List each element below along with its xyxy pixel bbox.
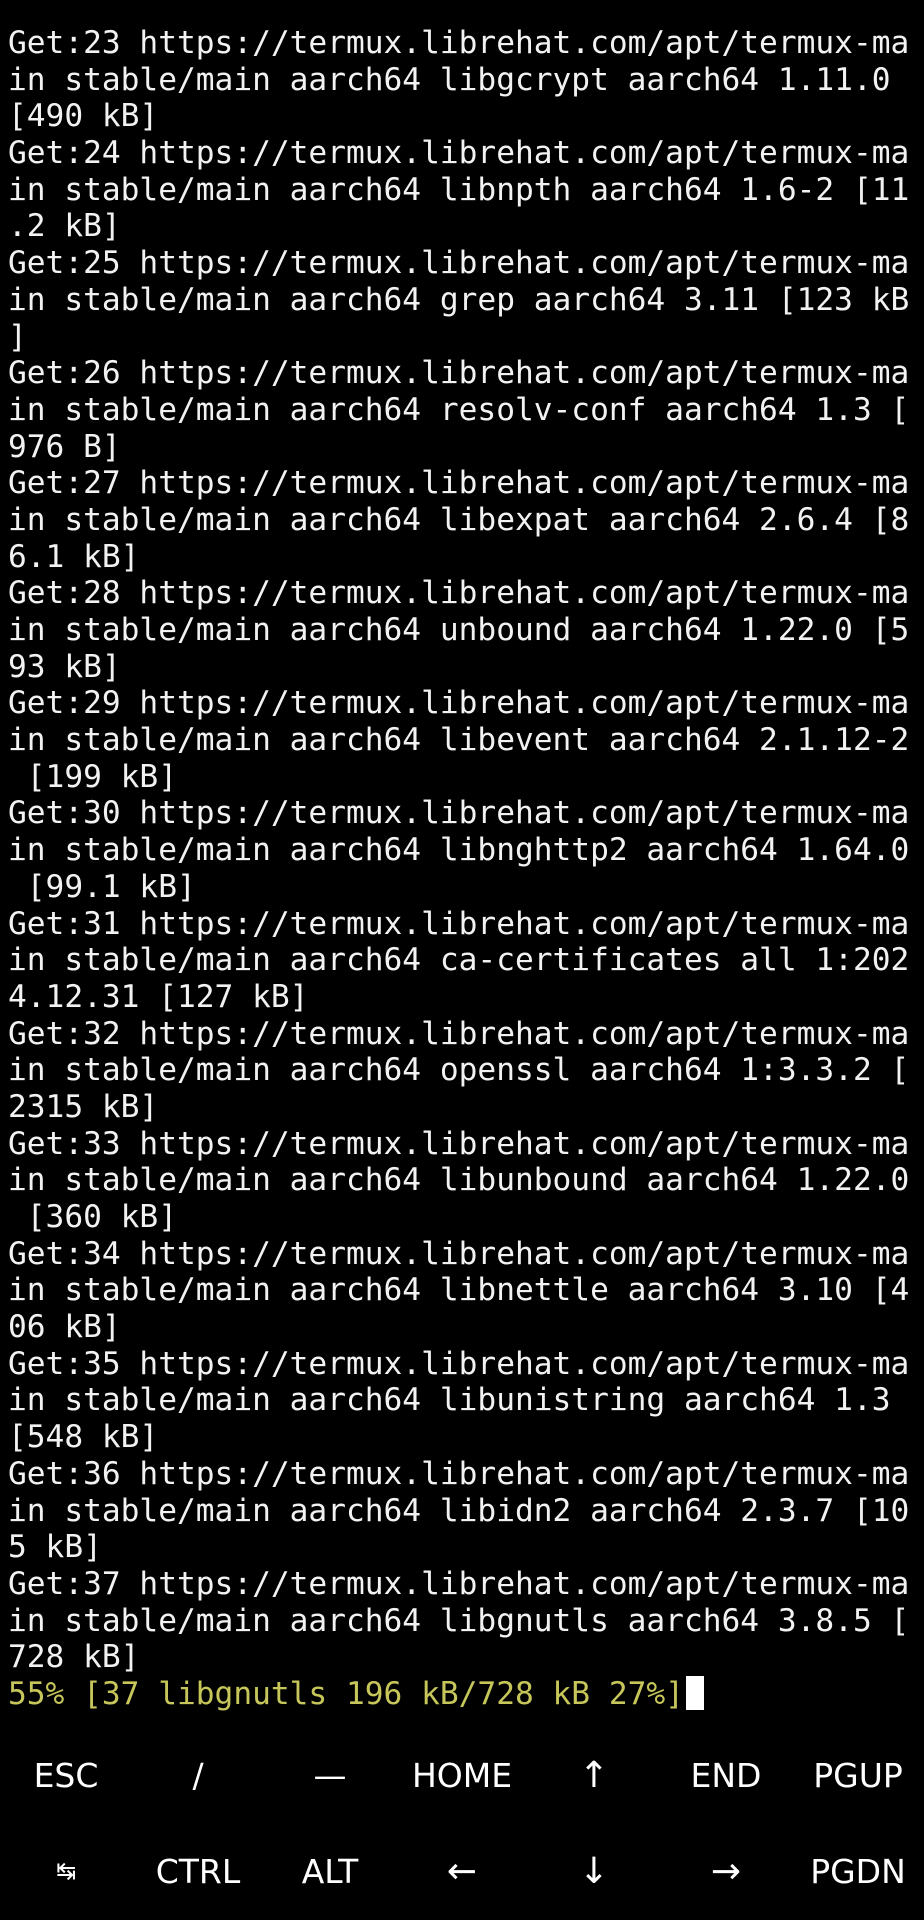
terminal-line: Get:23 https://termux.librehat.com/apt/t…: [8, 25, 910, 61]
arrow-up-icon: ↑: [578, 1754, 610, 1796]
key-ctrl[interactable]: CTRL: [132, 1831, 264, 1911]
download-progress-line: 55% [37 libgnutls 196 kB/728 kB 27%]: [8, 1675, 920, 1713]
terminal-line: 5 kB]: [8, 1529, 102, 1566]
terminal-line: [199 kB]: [8, 758, 177, 795]
terminal-line: 728 kB]: [8, 1639, 140, 1676]
key-up-arrow[interactable]: ↑: [528, 1735, 660, 1815]
key-slash-label: /: [192, 1755, 204, 1795]
terminal-output[interactable]: Get:23 https://termux.librehat.com/apt/t…: [8, 25, 920, 1725]
terminal-line: Get:25 https://termux.librehat.com/apt/t…: [8, 245, 910, 282]
key-alt-label: ALT: [301, 1851, 359, 1891]
arrow-right-icon: →: [710, 1850, 742, 1892]
terminal-line: Get:31 https://termux.librehat.com/apt/t…: [8, 905, 910, 942]
key-pgup-label: PGUP: [813, 1755, 903, 1795]
terminal-line: 6.1 kB]: [8, 538, 140, 575]
terminal-line: Get:30 https://termux.librehat.com/apt/t…: [8, 795, 910, 832]
terminal-line: in stable/main aarch64 libunbound aarch6…: [8, 1162, 910, 1199]
terminal-line: ]: [8, 318, 27, 355]
terminal-line: in stable/main aarch64 libidn2 aarch64 2…: [8, 1492, 910, 1529]
arrow-left-icon: ←: [446, 1850, 478, 1892]
terminal-line: .2 kB]: [8, 208, 121, 245]
key-right-arrow[interactable]: →: [660, 1831, 792, 1911]
terminal-line: in stable/main aarch64 libgcrypt aarch64…: [8, 61, 891, 98]
terminal-line: in stable/main aarch64 libevent aarch64 …: [8, 722, 910, 759]
terminal-line: Get:37 https://termux.librehat.com/apt/t…: [8, 1565, 910, 1602]
arrow-down-icon: ↓: [578, 1850, 610, 1892]
terminal-line: [99.1 kB]: [8, 868, 196, 905]
key-pgup[interactable]: PGUP: [792, 1735, 924, 1815]
key-dash[interactable]: —: [264, 1735, 396, 1815]
terminal-line: Get:26 https://termux.librehat.com/apt/t…: [8, 355, 910, 392]
key-left-arrow[interactable]: ←: [396, 1831, 528, 1911]
terminal-line: in stable/main aarch64 libnpth aarch64 1…: [8, 171, 910, 208]
terminal-line: in stable/main aarch64 libgnutls aarch64…: [8, 1602, 910, 1639]
terminal-line: in stable/main aarch64 libnghttp2 aarch6…: [8, 832, 910, 869]
terminal-line: [490 kB]: [8, 98, 159, 135]
key-down-arrow[interactable]: ↓: [528, 1831, 660, 1911]
key-home[interactable]: HOME: [396, 1735, 528, 1815]
key-pgdn[interactable]: PGDN: [792, 1831, 924, 1911]
key-home-label: HOME: [411, 1755, 513, 1795]
terminal-line: in stable/main aarch64 openssl aarch64 1…: [8, 1052, 910, 1089]
terminal-line: Get:28 https://termux.librehat.com/apt/t…: [8, 575, 910, 612]
terminal-line: Get:27 https://termux.librehat.com/apt/t…: [8, 465, 910, 502]
key-esc-label: ESC: [33, 1755, 99, 1795]
terminal-line: 93 kB]: [8, 648, 121, 685]
terminal-line: Get:35 https://termux.librehat.com/apt/t…: [8, 1345, 910, 1382]
terminal-line: Get:32 https://termux.librehat.com/apt/t…: [8, 1015, 910, 1052]
terminal-line: in stable/main aarch64 ca-certificates a…: [8, 942, 910, 979]
terminal-line: 976 B]: [8, 428, 121, 465]
key-end-label: END: [690, 1755, 762, 1795]
terminal-line: 4.12.31 [127 kB]: [8, 978, 309, 1015]
terminal-line: 2315 kB]: [8, 1088, 159, 1125]
terminal-line: in stable/main aarch64 unbound aarch64 1…: [8, 612, 910, 648]
terminal-line: in stable/main aarch64 resolv-conf aarch…: [8, 391, 910, 428]
terminal-lines: Get:23 https://termux.librehat.com/apt/t…: [8, 25, 920, 1676]
key-end[interactable]: END: [660, 1735, 792, 1815]
terminal-line: Get:33 https://termux.librehat.com/apt/t…: [8, 1125, 910, 1162]
terminal-line: Get:34 https://termux.librehat.com/apt/t…: [8, 1235, 910, 1272]
download-progress-text: 55% [37 libgnutls 196 kB/728 kB 27%]: [8, 1675, 684, 1712]
terminal-line: in stable/main aarch64 libnettle aarch64…: [8, 1272, 910, 1309]
key-alt[interactable]: ALT: [264, 1831, 396, 1911]
terminal-line: Get:36 https://termux.librehat.com/apt/t…: [8, 1455, 910, 1492]
key-dash-label: —: [313, 1755, 347, 1795]
terminal-line: in stable/main aarch64 grep aarch64 3.11…: [8, 281, 910, 318]
terminal-line: 06 kB]: [8, 1309, 121, 1346]
key-pgdn-label: PGDN: [810, 1851, 906, 1891]
terminal-line: in stable/main aarch64 libexpat aarch64 …: [8, 501, 910, 538]
terminal-line: Get:29 https://termux.librehat.com/apt/t…: [8, 685, 910, 722]
terminal-line: [360 kB]: [8, 1199, 177, 1235]
terminal-line: [548 kB]: [8, 1419, 159, 1456]
key-tab[interactable]: ↹: [0, 1831, 132, 1911]
tab-icon: ↹: [55, 1857, 77, 1885]
extra-keys-row-1: ESC / — HOME ↑ END PGUP: [0, 1735, 924, 1815]
extra-keys-row-2: ↹ CTRL ALT ← ↓ → PGDN: [0, 1831, 924, 1911]
key-esc[interactable]: ESC: [0, 1735, 132, 1815]
key-ctrl-label: CTRL: [155, 1851, 241, 1891]
terminal-line: in stable/main aarch64 libunistring aarc…: [8, 1382, 891, 1419]
extra-keys-bar: ESC / — HOME ↑ END PGUP ↹ CTRL ALT ← ↓ →…: [0, 1725, 924, 1920]
terminal-line: Get:24 https://termux.librehat.com/apt/t…: [8, 135, 910, 172]
terminal-cursor: [685, 1675, 704, 1710]
key-slash[interactable]: /: [132, 1735, 264, 1815]
